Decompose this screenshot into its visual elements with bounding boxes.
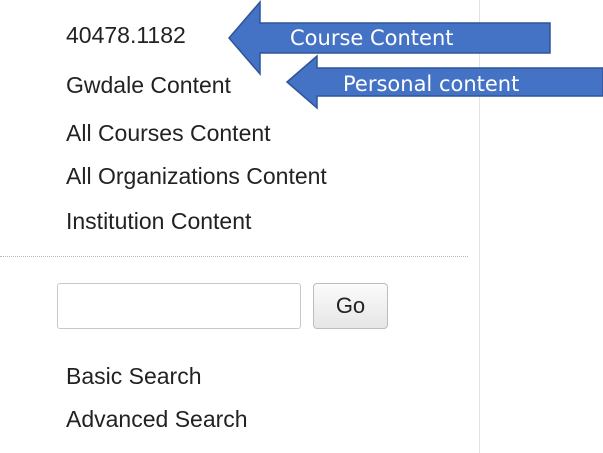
nav-item-institution[interactable]: Institution Content — [66, 207, 251, 235]
basic-search-link[interactable]: Basic Search — [66, 362, 202, 390]
search-input[interactable] — [57, 283, 301, 329]
personal-content-label: Personal content — [343, 72, 520, 96]
advanced-search-link[interactable]: Advanced Search — [66, 405, 248, 433]
course-content-label: Course Content — [290, 26, 454, 50]
section-divider — [0, 256, 468, 257]
go-button[interactable]: Go — [313, 283, 388, 329]
nav-item-all-organizations[interactable]: All Organizations Content — [66, 162, 327, 190]
nav-item-all-courses[interactable]: All Courses Content — [66, 119, 271, 147]
